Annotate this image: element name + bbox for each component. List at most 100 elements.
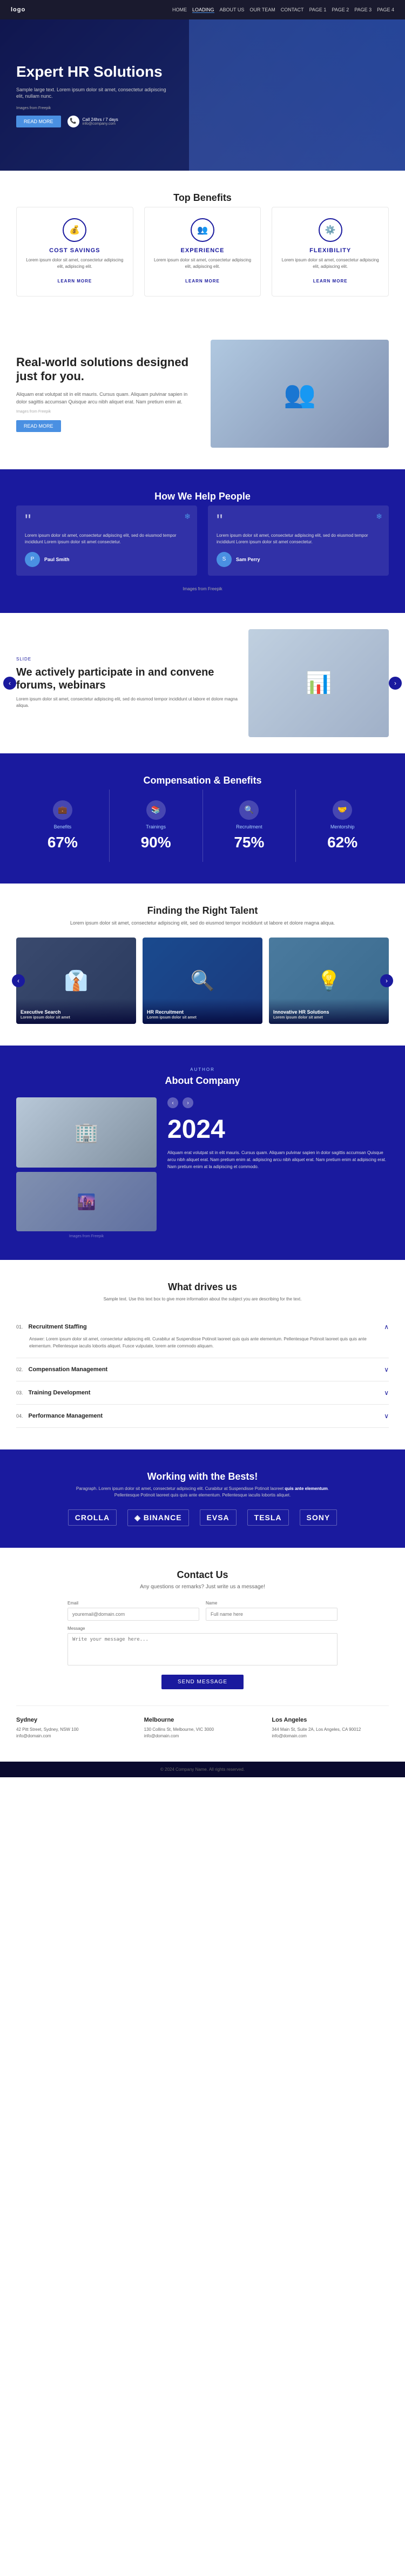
hero-read-more-button[interactable]: READ MORE — [16, 116, 61, 127]
working-title: Working with the Bests! — [16, 1471, 389, 1482]
about-next-button[interactable]: › — [183, 1097, 193, 1108]
about-grid: 🏢 🌆 Images from Freepik ‹ › 2024 Aliquam… — [16, 1097, 389, 1238]
benefit-card-2: ⚙️ FLEXIBILITY Lorem ipsum dolor sit ame… — [272, 207, 389, 296]
nav-page4[interactable]: PAGE 4 — [377, 7, 394, 13]
what-drives-section: What drives us Sample text. Use this tex… — [0, 1260, 405, 1449]
phone-icon: 📞 — [68, 116, 79, 127]
learn-more-2[interactable]: LEARN MORE — [313, 279, 348, 284]
real-world-caption: Images from Freepik — [16, 410, 194, 414]
real-world-read-more[interactable]: READ MORE — [16, 420, 61, 432]
faq-header-0[interactable]: 01. Recruitment Staffing ∧ — [16, 1323, 389, 1331]
nav-page2[interactable]: PAGE 2 — [332, 7, 349, 13]
send-message-button[interactable]: SEND MESSAGE — [161, 1675, 244, 1689]
comp-label-3: Mentorship — [301, 824, 383, 830]
contact-section: Contact Us Any questions or remarks? Jus… — [0, 1548, 405, 1762]
benefit-title-0: COST SAVINGS — [25, 247, 124, 254]
trainings-icon: 📚 — [146, 800, 166, 820]
message-input[interactable] — [68, 1633, 338, 1665]
working-text: Paragraph. Lorem ipsum dolor sit amet, c… — [68, 1486, 338, 1499]
comp-percent-0: 67% — [22, 834, 104, 851]
learn-more-1[interactable]: LEARN MORE — [185, 279, 220, 284]
testimonial-author-0: P Paul Smith — [25, 552, 188, 567]
talent-slider-wrapper: ‹ 👔 Executive Search Lorem ipsum dolor s… — [16, 938, 389, 1024]
office-addr-0: 42 Pitt Street, Sydney, NSW 100 info@dom… — [16, 1727, 133, 1741]
faq-item-2: 03. Training Development ∨ — [16, 1381, 389, 1405]
hero-section: Expert HR Solutions Sample large text. L… — [0, 19, 405, 171]
header: logo HOME LOADING ABOUT US OUR TEAM CONT… — [0, 0, 405, 19]
talent-card-1: 🔍 HR Recruitment Lorem ipsum dolor sit a… — [143, 938, 262, 1024]
faq-number-0: 01. — [16, 1324, 23, 1330]
talent-slider-next[interactable]: › — [380, 974, 393, 987]
call-sub: info@company.com — [83, 122, 118, 126]
nav-page3[interactable]: PAGE 3 — [354, 7, 372, 13]
faq-header-2[interactable]: 03. Training Development ∨ — [16, 1389, 389, 1397]
flexibility-icon: ⚙️ — [319, 218, 342, 242]
carousel-prev-button[interactable]: ‹ — [3, 677, 16, 690]
benefits-icon: 💼 — [53, 800, 72, 820]
finding-section: Finding the Right Talent Lorem ipsum dol… — [0, 884, 405, 1046]
about-title: About Company — [16, 1075, 389, 1087]
benefits-title: Top Benefits — [16, 192, 389, 204]
hero-title: Expert HR Solutions — [16, 63, 167, 81]
benefits-grid: 💰 COST SAVINGS Lorem ipsum dolor sit ame… — [16, 207, 389, 296]
faq-title-2: Training Development — [29, 1390, 91, 1396]
benefit-text-1: Lorem ipsum dolor sit amet, consectetur … — [153, 257, 252, 270]
talent-label-2: Innovative HR Solutions Lorem ipsum dolo… — [269, 999, 389, 1024]
faq-header-3[interactable]: 04. Performance Management ∨ — [16, 1412, 389, 1420]
finding-text: Lorem ipsum dolor sit amet, consectetur … — [68, 920, 338, 927]
what-drives-title: What drives us — [16, 1282, 389, 1293]
faq-number-3: 04. — [16, 1413, 23, 1419]
compensation-section: Compensation & Benefits 💼 Benefits 67% 📚… — [0, 753, 405, 884]
about-text: Aliquam erat volutpat sit in elit mauris… — [167, 1150, 389, 1170]
about-nav: ‹ › — [167, 1097, 389, 1108]
faq-chevron-1: ∨ — [384, 1366, 389, 1373]
author-name-0: Paul Smith — [44, 557, 70, 562]
about-caption: Images from Freepik — [16, 1235, 157, 1238]
nav-home[interactable]: HOME — [172, 7, 187, 13]
talent-label-0: Executive Search Lorem ipsum dolor sit a… — [16, 999, 136, 1024]
testimonial-0: " Lorem ipsum dolor sit amet, consectetu… — [16, 505, 197, 576]
comp-label-0: Benefits — [22, 824, 104, 830]
real-world-text: Aliquam erat volutpat sit in elit mauris… — [16, 390, 194, 406]
hero-text: Sample large text. Lorem ipsum dolor sit… — [16, 86, 167, 100]
nav-about[interactable]: ABOUT US — [220, 7, 245, 13]
nav-page1[interactable]: PAGE 1 — [309, 7, 327, 13]
about-year: 2024 — [167, 1115, 389, 1144]
real-world-image: 👥 — [211, 340, 389, 448]
talent-slider-prev[interactable]: ‹ — [12, 974, 25, 987]
footer: © 2024 Company Name. All rights reserved… — [0, 1762, 405, 1777]
faq-title-3: Performance Management — [29, 1413, 103, 1419]
comp-item-3: 🤝 Mentorship 62% — [296, 790, 389, 862]
testimonial-1: " Lorem ipsum dolor sit amet, consectetu… — [208, 505, 389, 576]
comp-label-1: Trainings — [115, 824, 197, 830]
form-row-1: Email Name — [68, 1601, 338, 1621]
experience-icon: 👥 — [191, 218, 214, 242]
about-prev-button[interactable]: ‹ — [167, 1097, 178, 1108]
nav-loading[interactable]: LOADING — [192, 7, 214, 13]
cost-savings-icon: 💰 — [63, 218, 86, 242]
email-input[interactable] — [68, 1608, 199, 1621]
office-sydney: Sydney 42 Pitt Street, Sydney, NSW 100 i… — [16, 1717, 133, 1741]
hero-image-caption: Images from Freepik — [16, 106, 167, 110]
benefit-text-2: Lorem ipsum dolor sit amet, consectetur … — [281, 257, 380, 270]
footer-text: © 2024 Company Name. All rights reserved… — [160, 1767, 245, 1772]
how-help-caption: Images from Freepik — [16, 586, 389, 591]
comp-label-2: Recruitment — [208, 824, 291, 830]
office-city-1: Melbourne — [144, 1717, 261, 1723]
logo: logo — [11, 6, 25, 13]
talent-slider: 👔 Executive Search Lorem ipsum dolor sit… — [16, 938, 389, 1024]
learn-more-0[interactable]: LEARN MORE — [57, 279, 92, 284]
contact-form: Email Name Message SEND MESSAGE — [68, 1601, 338, 1689]
name-input[interactable] — [206, 1608, 338, 1621]
nav-contact[interactable]: CONTACT — [281, 7, 304, 13]
author-avatar-0: P — [25, 552, 40, 567]
nav-team[interactable]: OUR TEAM — [249, 7, 275, 13]
participate-text: Lorem ipsum dolor sit amet, consectetur … — [16, 696, 238, 709]
faq-header-1[interactable]: 02. Compensation Management ∨ — [16, 1366, 389, 1373]
comp-percent-1: 90% — [115, 834, 197, 851]
comp-item-2: 🔍 Recruitment 75% — [203, 790, 296, 862]
faq-chevron-3: ∨ — [384, 1412, 389, 1420]
carousel-next-button[interactable]: › — [389, 677, 402, 690]
brand-tesla: TESLA — [247, 1509, 289, 1526]
author-avatar-1: S — [217, 552, 232, 567]
